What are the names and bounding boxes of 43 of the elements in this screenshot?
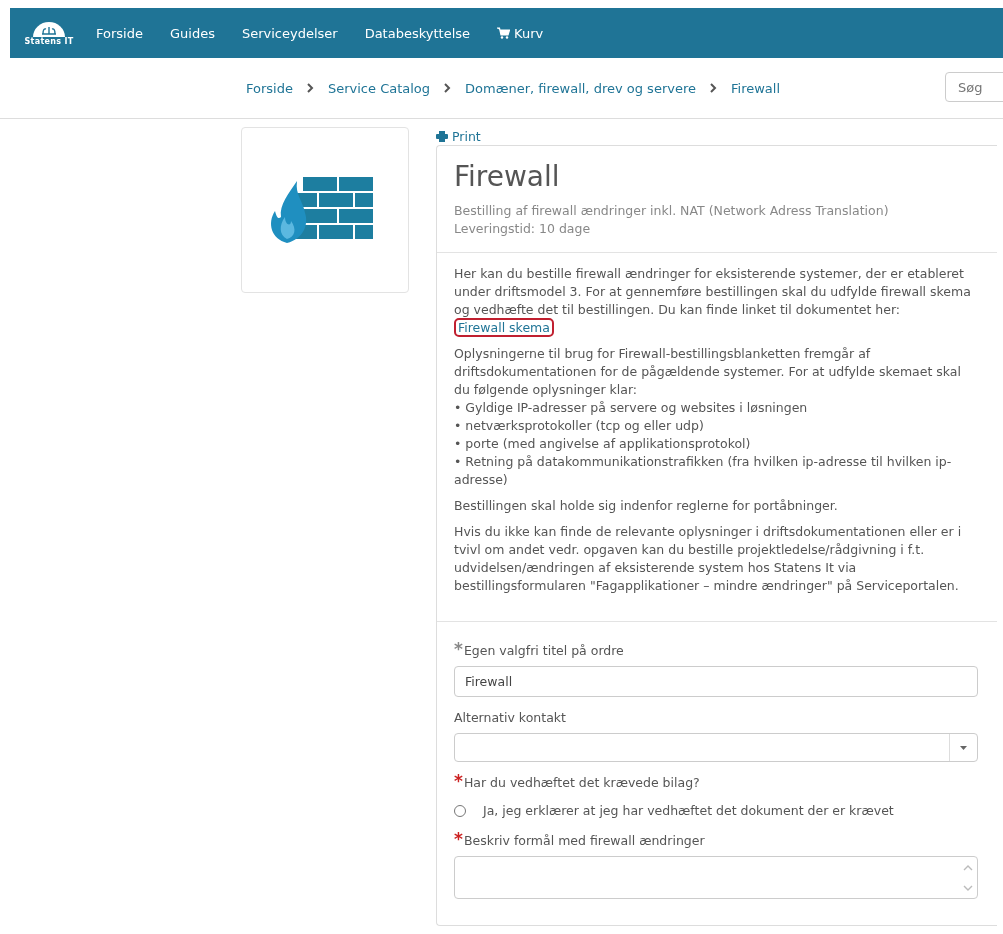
bullet-item: • netværksprotokoller (tcp og eller udp) <box>454 417 705 435</box>
delivery-time: Leveringstid: 10 dage <box>454 220 592 238</box>
paragraph: Bestillingen skal holde sig indenfor reglerne for portåbninger. <box>454 497 839 515</box>
text-input[interactable]: Firewall <box>454 666 978 697</box>
required-asterisk: * <box>454 774 463 788</box>
bullet-item: • Retning på datakommunikationstrafikken (fra hvilken ip-adresse til hvilken ip-adresse) <box>454 453 953 489</box>
field-label: Har du vedhæftet det krævede bilag? <box>463 774 700 792</box>
crown-icon <box>32 20 66 37</box>
cart-link[interactable]: Kurv <box>497 25 544 41</box>
breadcrumb-link[interactable]: Domæner, firewall, drev og servere <box>465 80 696 96</box>
nav-link[interactable]: Serviceydelser <box>241 25 338 41</box>
bullet-item: • Gyldige IP-adresser på servere og websites i løsningen <box>454 399 809 417</box>
chevron-icon <box>444 83 452 93</box>
field-label: Beskriv formål med firewall ændringer <box>463 832 705 850</box>
chevron-icon <box>710 83 717 93</box>
cart-icon <box>497 27 511 39</box>
print-label: Print <box>452 128 481 144</box>
paragraph: Hvis du ikke kan finde de relevante oplysninger i driftsdokumentationen eller er i tvivl om andet vedr. opgaven kan du bestille projektledelse/rådgivning i f.t. udvidelsen/ændringen af eksisterende system hos Statens It via bestillingsformularen "Fagapplikationer – mindre ændringer" på Serviceportalen. <box>454 523 963 595</box>
required-asterisk: * <box>454 642 463 656</box>
nav-link[interactable]: Guides <box>169 25 215 41</box>
service-title: Firewall <box>454 160 561 194</box>
breadcrumb-link[interactable]: Forside <box>246 80 293 96</box>
bullet-item: • porte (med angivelse af applikationsprotokol) <box>454 435 752 453</box>
document-link[interactable]: Firewall skema <box>454 318 554 337</box>
print-link[interactable]: Print <box>436 127 997 145</box>
chevron-icon <box>306 83 314 93</box>
logo[interactable]: Statens IT <box>19 20 79 46</box>
cart-label: Kurv <box>514 25 544 41</box>
caret-icon <box>960 745 967 750</box>
dropdown-field[interactable] <box>454 733 978 762</box>
nav-link[interactable]: Databeskyttelse <box>364 25 471 41</box>
breadcrumb-link[interactable]: Service Catalog <box>327 80 431 96</box>
required-asterisk: * <box>454 832 463 846</box>
text-area[interactable] <box>454 856 978 899</box>
field-label: Alternativ kontakt <box>454 709 566 727</box>
intro-paragraph: Her kan du bestille firewall ændringer for eksisterende systemer, der er etableret under driftsmodel 3. For at gennemføre bestillingen skal du udfylde firewall skema og vedhæfte det til bestillingen. Du kan finde linket til dokumentet her: Firewall skema <box>454 265 972 337</box>
radio-label: Ja, jeg erklærer at jeg har vedhæftet det dokument der er krævet <box>483 802 894 820</box>
search-field[interactable]: Søg <box>945 72 1003 102</box>
breadcrumb-link[interactable]: Firewall <box>731 80 780 96</box>
info-paragraph: Oplysningerne til brug for Firewall-bestillingsblanketten fremgår af driftsdokumentationen for de pågældende systemer. For at udfylde skemaet skal du følgende oplysninger klar: <box>454 345 962 399</box>
field-label: Egen valgfri titel på ordre <box>463 642 624 660</box>
service-subtitle: Bestilling af firewall ændringer inkl. NAT (Network Adress Translation) <box>454 202 890 220</box>
nav-link[interactable]: Forside <box>96 25 143 41</box>
